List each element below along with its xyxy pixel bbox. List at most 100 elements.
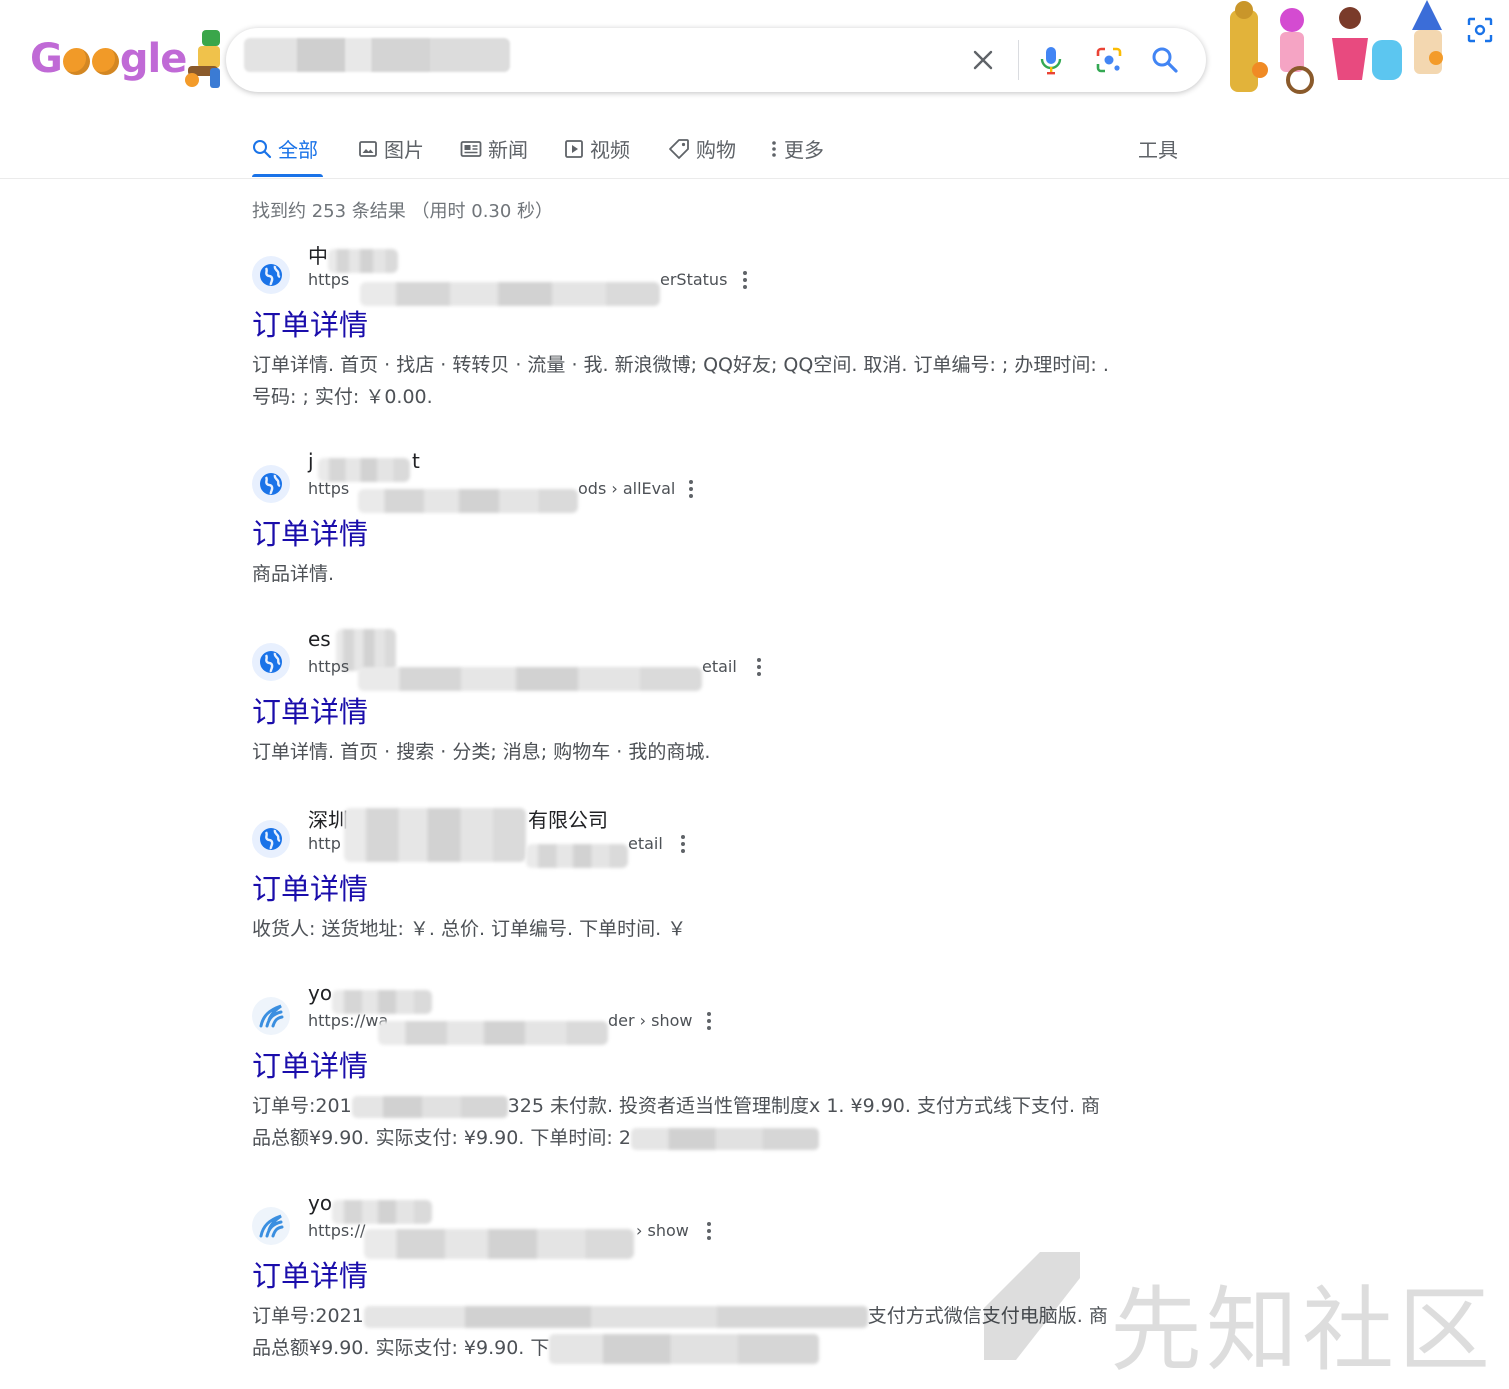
site-logo-icon bbox=[252, 997, 290, 1035]
active-tab-indicator bbox=[252, 174, 323, 177]
url-redacted bbox=[358, 667, 702, 691]
more-vertical-icon bbox=[772, 140, 776, 157]
result-url[interactable]: https bbox=[308, 479, 349, 498]
tab-news[interactable]: 新闻 bbox=[460, 134, 528, 163]
result-site-name: j bbox=[308, 449, 314, 473]
logo-text: Ggle bbox=[30, 36, 187, 82]
snippet-part: 订单号:2021 bbox=[252, 1305, 364, 1327]
globe-icon bbox=[252, 256, 290, 294]
google-lens-icon[interactable] bbox=[1092, 43, 1126, 77]
result-snippet: 收货人: 送货地址: ￥. 总价. 订单编号. 下单时间. ￥ bbox=[252, 918, 687, 940]
result-options-icon[interactable] bbox=[702, 1219, 716, 1243]
share-screenshot-icon[interactable] bbox=[1462, 12, 1498, 48]
watermark: 先知社区 bbox=[980, 1248, 1500, 1384]
doodle-figure-icon bbox=[185, 30, 220, 88]
tabs-divider bbox=[0, 178, 1509, 179]
search-divider bbox=[1018, 40, 1019, 80]
globe-icon bbox=[252, 820, 290, 858]
result-url[interactable]: https://wa bbox=[308, 1011, 388, 1030]
tools-button[interactable]: 工具 bbox=[1138, 134, 1178, 163]
snippet-part: 订单号:201 bbox=[252, 1095, 352, 1117]
result-site-name: 深圳 bbox=[308, 808, 348, 832]
search-box[interactable] bbox=[226, 28, 1206, 92]
search-icon[interactable] bbox=[1148, 43, 1182, 77]
watermark-text: 先知社区 bbox=[1110, 1277, 1495, 1384]
tab-all[interactable]: 全部 bbox=[252, 134, 318, 163]
url-redacted bbox=[378, 1021, 608, 1045]
result-site-name-end: t bbox=[412, 449, 420, 473]
tab-label: 全部 bbox=[278, 138, 318, 162]
image-icon bbox=[359, 140, 377, 157]
tab-label: 图片 bbox=[384, 138, 424, 162]
tab-label: 新闻 bbox=[488, 138, 528, 162]
snippet-redacted bbox=[363, 1305, 868, 1328]
search-tabs: 全部 图片 新闻 视频 购物 更多 工具 bbox=[252, 128, 1192, 178]
search-icon bbox=[253, 139, 272, 158]
news-icon bbox=[460, 140, 482, 157]
url-prefix: https bbox=[308, 479, 350, 498]
url-redacted bbox=[364, 1229, 634, 1259]
result-url[interactable]: https:// bbox=[308, 1221, 365, 1240]
microphone-icon[interactable] bbox=[1034, 43, 1068, 77]
url-redacted bbox=[358, 489, 578, 513]
result-options-icon[interactable] bbox=[676, 832, 690, 856]
result-snippet: 商品详情. bbox=[252, 563, 335, 585]
watermark-logo-icon bbox=[984, 1252, 1080, 1360]
snippet-redacted bbox=[630, 1127, 819, 1150]
result-title-link[interactable]: 订单详情 bbox=[252, 302, 368, 344]
url-suffix: ods › allEval bbox=[578, 479, 676, 498]
google-doodle-logo[interactable]: Ggle bbox=[30, 26, 225, 96]
url-suffix: › show bbox=[636, 1221, 689, 1240]
result-title-link[interactable]: 订单详情 bbox=[252, 1253, 368, 1295]
result-options-icon[interactable] bbox=[702, 1009, 716, 1033]
result-title-link[interactable]: 订单详情 bbox=[252, 866, 368, 908]
tab-videos[interactable]: 视频 bbox=[564, 134, 630, 163]
site-name-redacted bbox=[344, 808, 526, 862]
snippet-redacted bbox=[549, 1333, 820, 1364]
url-suffix: etail bbox=[702, 657, 737, 676]
result-site-name: yo bbox=[308, 1191, 333, 1215]
halloween-doodle-characters[interactable] bbox=[1222, 0, 1462, 100]
result-options-icon[interactable] bbox=[684, 477, 698, 501]
globe-icon bbox=[252, 465, 290, 503]
tab-label: 更多 bbox=[784, 138, 824, 162]
result-site-name: yo bbox=[308, 981, 333, 1005]
result-site-name: 中 bbox=[308, 244, 328, 268]
result-snippet: 订单详情. 首页 · 找店 · 转转贝 · 流量 · 我. 新浪微博; QQ好友… bbox=[252, 354, 1109, 408]
result-snippet: 订单详情. 首页 · 搜索 · 分类; 消息; 购物车 · 我的商城. bbox=[252, 741, 711, 763]
tag-icon bbox=[669, 138, 689, 159]
url-prefix: http bbox=[308, 834, 341, 853]
site-logo-icon bbox=[252, 1207, 290, 1245]
result-url[interactable]: http bbox=[308, 834, 341, 853]
result-site-name-end: 有限公司 bbox=[528, 808, 608, 832]
video-icon bbox=[565, 139, 583, 158]
url-prefix: https bbox=[308, 657, 350, 676]
tools-label: 工具 bbox=[1138, 138, 1178, 162]
url-suffix: etail bbox=[628, 834, 663, 853]
url-prefix: https:// bbox=[308, 1221, 366, 1240]
result-site-name: es bbox=[308, 627, 331, 651]
result-stats: 找到约 253 条结果 （用时 0.30 秒） bbox=[252, 201, 554, 222]
result-snippet: 订单号:201 325 未付款. 投资者适当性管理制度x 1. ¥9.90. 支付… bbox=[252, 1090, 1112, 1154]
result-options-icon[interactable] bbox=[738, 268, 752, 292]
url-redacted bbox=[360, 282, 660, 306]
result-options-icon[interactable] bbox=[752, 655, 766, 679]
url-prefix: https://wa bbox=[308, 1011, 389, 1030]
tab-images[interactable]: 图片 bbox=[358, 134, 424, 163]
result-title-link[interactable]: 订单详情 bbox=[252, 1043, 368, 1085]
clear-icon[interactable] bbox=[966, 43, 1000, 77]
result-title-link[interactable]: 订单详情 bbox=[252, 689, 368, 731]
url-redacted bbox=[526, 844, 628, 868]
globe-icon bbox=[252, 643, 290, 681]
tab-label: 购物 bbox=[696, 138, 736, 162]
search-input-redacted[interactable] bbox=[244, 38, 510, 72]
tab-label: 视频 bbox=[590, 138, 630, 162]
tab-shopping[interactable]: 购物 bbox=[668, 134, 736, 163]
snippet-redacted bbox=[351, 1095, 508, 1118]
result-url[interactable]: https bbox=[308, 270, 349, 289]
result-url[interactable]: https bbox=[308, 657, 349, 676]
url-prefix: https bbox=[308, 270, 350, 289]
result-title-link[interactable]: 订单详情 bbox=[252, 511, 368, 553]
url-suffix: der › show bbox=[608, 1011, 693, 1030]
tab-more[interactable]: 更多 bbox=[770, 134, 824, 163]
